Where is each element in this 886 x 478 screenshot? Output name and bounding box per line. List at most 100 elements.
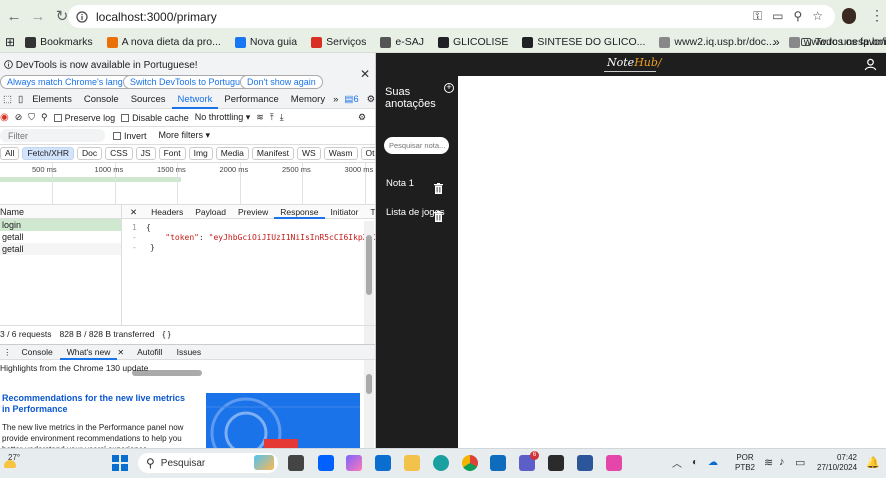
volume-icon[interactable]: ♪ bbox=[779, 456, 785, 468]
issues-counter[interactable]: ▤6 bbox=[340, 91, 362, 109]
bookmark-item[interactable]: e-SAJ bbox=[375, 36, 429, 48]
back-icon[interactable]: ← bbox=[2, 8, 26, 25]
type-filter-wasm[interactable]: Wasm bbox=[323, 147, 358, 160]
app-logo[interactable]: NoteHub/ bbox=[607, 56, 662, 69]
drawer-tab-autofill[interactable]: Autofill bbox=[130, 345, 170, 360]
request-list-header[interactable]: Name bbox=[0, 205, 121, 219]
more-filters-button[interactable]: More filters ▾ bbox=[159, 130, 211, 141]
bookmark-item[interactable]: GLICOLISE bbox=[433, 36, 513, 48]
dont-show-again-button[interactable]: Don't show again bbox=[240, 75, 323, 89]
forward-icon[interactable]: → bbox=[26, 8, 50, 25]
record-icon[interactable]: ◉ bbox=[0, 112, 9, 123]
network-settings-icon[interactable]: ⚙ bbox=[358, 112, 366, 123]
terminal-icon[interactable] bbox=[548, 455, 564, 471]
add-note-button[interactable]: + bbox=[444, 83, 454, 93]
battery-icon[interactable]: ▭ bbox=[795, 456, 805, 469]
type-filter-other[interactable]: Other bbox=[360, 147, 375, 160]
bookmark-item[interactable]: Bookmarks bbox=[20, 36, 98, 48]
chrome-icon[interactable] bbox=[462, 455, 478, 471]
bookmark-item[interactable]: Nova guia bbox=[230, 36, 302, 48]
address-bar[interactable]: localhost:3000/primary ⚿ ▭ ⚲ ☆ bbox=[68, 5, 835, 28]
note-editor-area[interactable] bbox=[458, 76, 886, 448]
scroll-thumb[interactable] bbox=[366, 374, 372, 394]
close-tab-icon[interactable]: ✕ bbox=[117, 348, 124, 357]
type-filter-ws[interactable]: WS bbox=[297, 147, 321, 160]
wifi-icon[interactable]: ≋ bbox=[764, 456, 773, 469]
filter-input[interactable] bbox=[0, 129, 105, 142]
request-row[interactable]: getall bbox=[0, 243, 121, 255]
throttling-select[interactable]: No throttling ▾ bbox=[195, 112, 251, 123]
filter-icon[interactable]: ⛉ bbox=[28, 112, 35, 123]
tab-memory[interactable]: Memory bbox=[285, 91, 331, 109]
type-filter-img[interactable]: Img bbox=[188, 147, 213, 160]
whats-new-title[interactable]: Recommendations for the new live metrics… bbox=[2, 393, 192, 415]
download-icon[interactable]: ⤓ bbox=[280, 112, 284, 123]
bookmark-item[interactable]: Serviços bbox=[306, 36, 371, 48]
word-icon[interactable] bbox=[577, 455, 593, 471]
zoom-icon[interactable]: ⚲ bbox=[793, 9, 802, 24]
type-filter-doc[interactable]: Doc bbox=[77, 147, 103, 160]
device-toggle-icon[interactable]: ▯ bbox=[15, 91, 26, 109]
tab-network[interactable]: Network bbox=[171, 91, 219, 109]
bookmark-item[interactable]: www2.iq.usp.br/doc... bbox=[654, 36, 779, 48]
bookmark-star-icon[interactable]: ☆ bbox=[812, 9, 823, 24]
cast-icon[interactable]: ▭ bbox=[772, 9, 783, 24]
detail-tab-preview[interactable]: Preview bbox=[232, 205, 274, 219]
all-bookmarks-folder[interactable]: Todos os favoritos bbox=[796, 36, 886, 48]
password-key-icon[interactable]: ⚿ bbox=[753, 9, 762, 24]
type-filter-js[interactable]: JS bbox=[135, 147, 156, 160]
clock[interactable]: 07:42 27/10/2024 bbox=[817, 453, 857, 473]
clear-icon[interactable]: ⊘ bbox=[15, 112, 23, 123]
type-filter-all[interactable]: All bbox=[0, 147, 20, 160]
onedrive-icon[interactable]: ☁ bbox=[708, 457, 718, 468]
drawer-menu-icon[interactable]: ⋮ bbox=[0, 345, 15, 360]
request-row[interactable]: login bbox=[0, 219, 121, 231]
drawer-tab-whatsnew[interactable]: What's new bbox=[59, 345, 118, 360]
response-body[interactable]: 1{- "token": "eyJhbGciOiJIUzI1NiIsInR5cC… bbox=[132, 223, 375, 253]
tab-console[interactable]: Console bbox=[78, 91, 125, 109]
trash-icon[interactable] bbox=[434, 183, 443, 194]
profile-avatar[interactable] bbox=[842, 8, 856, 24]
apps-grid-icon[interactable]: ⊞ bbox=[0, 35, 20, 49]
copilot-icon[interactable] bbox=[346, 455, 362, 471]
weather-temperature[interactable]: 27° bbox=[8, 453, 20, 462]
notification-bell-icon[interactable]: 🔔 bbox=[866, 456, 880, 469]
type-filter-fetchxhr[interactable]: Fetch/XHR bbox=[22, 147, 75, 160]
wifi-icon[interactable]: ≋ bbox=[256, 112, 264, 123]
trash-icon[interactable] bbox=[434, 211, 443, 222]
detail-tab-headers[interactable]: Headers bbox=[145, 205, 189, 219]
drawer-tab-issues[interactable]: Issues bbox=[170, 345, 209, 360]
upload-icon[interactable]: ⤒ bbox=[270, 112, 274, 123]
invert-checkbox[interactable]: Invert bbox=[113, 131, 147, 141]
task-view-icon[interactable] bbox=[288, 455, 304, 471]
devtools-settings-icon[interactable]: ⚙ bbox=[363, 91, 375, 109]
bookmark-item[interactable]: SINTESE DO GLICO... bbox=[517, 36, 650, 48]
dropbox-icon[interactable] bbox=[318, 455, 334, 471]
snipping-tool-icon[interactable] bbox=[606, 455, 622, 471]
tab-elements[interactable]: Elements bbox=[26, 91, 78, 109]
store-icon[interactable] bbox=[375, 455, 391, 471]
type-filter-font[interactable]: Font bbox=[158, 147, 186, 160]
infobar-close-icon[interactable]: ✕ bbox=[360, 67, 370, 81]
detail-tab-timing[interactable]: Timing bbox=[364, 205, 375, 219]
pretty-print-icon[interactable]: { } bbox=[163, 329, 171, 339]
whats-new-scrollbar[interactable] bbox=[364, 372, 374, 448]
edge-icon[interactable] bbox=[433, 455, 449, 471]
chrome-menu-icon[interactable]: ⋮ bbox=[870, 7, 884, 24]
request-row[interactable]: getall bbox=[0, 231, 121, 243]
url-text[interactable]: localhost:3000/primary bbox=[96, 10, 217, 24]
drawer-tab-console[interactable]: Console bbox=[15, 345, 60, 360]
search-icon[interactable]: ⚲ bbox=[41, 112, 48, 123]
taskbar-search[interactable]: ⚲ Pesquisar bbox=[138, 453, 278, 473]
site-info-icon[interactable] bbox=[76, 10, 88, 23]
user-icon[interactable] bbox=[864, 58, 877, 71]
note-search-input[interactable] bbox=[384, 137, 449, 154]
detail-tab-response[interactable]: Response bbox=[274, 205, 325, 219]
tray-app-icon[interactable]: ◐ bbox=[692, 457, 698, 468]
note-item-1[interactable]: Nota 1 bbox=[386, 178, 414, 189]
windows-start-icon[interactable] bbox=[112, 455, 128, 471]
detail-tab-initiator[interactable]: Initiator bbox=[325, 205, 365, 219]
bookmarks-more-icon[interactable]: » bbox=[768, 35, 785, 49]
disable-cache-checkbox[interactable]: Disable cache bbox=[121, 113, 189, 123]
bookmark-item[interactable]: A nova dieta da pro... bbox=[102, 36, 226, 48]
